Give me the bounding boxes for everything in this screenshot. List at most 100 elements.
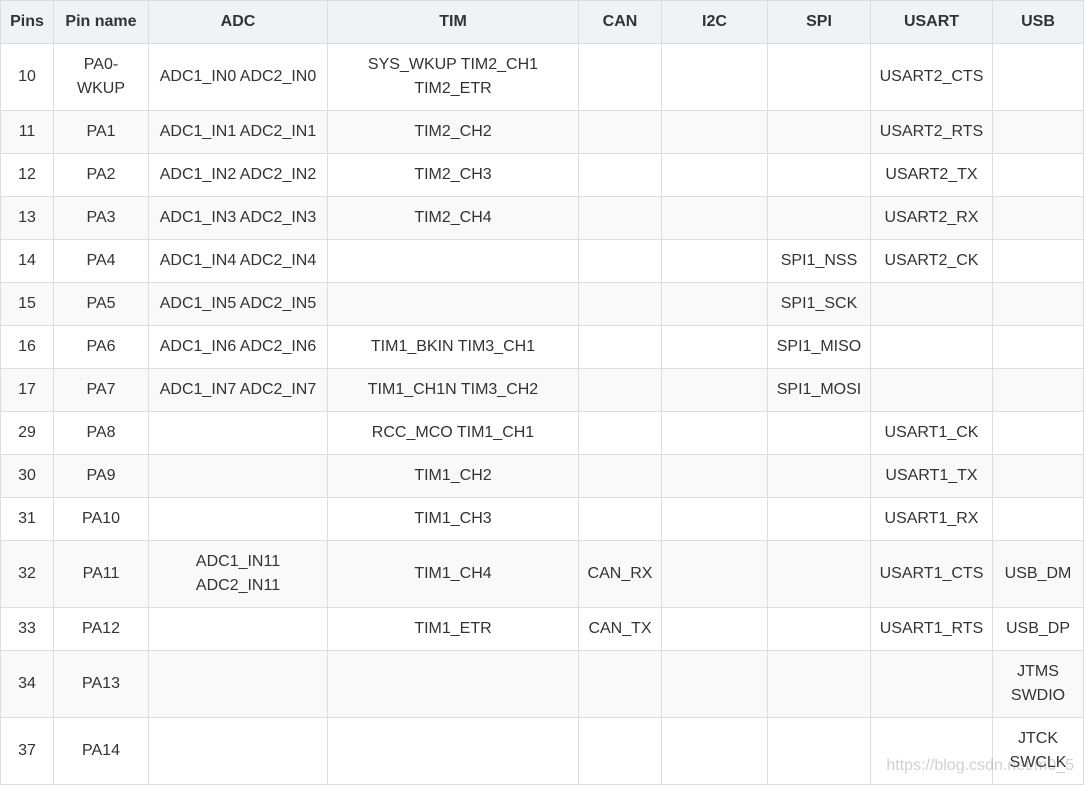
cell-tim: TIM2_CH4 — [327, 196, 579, 240]
cell-i2c — [661, 239, 768, 283]
cell-spi — [767, 717, 871, 785]
cell-pin-name: PA11 — [53, 540, 149, 608]
cell-tim: TIM1_CH4 — [327, 540, 579, 608]
cell-i2c — [661, 43, 768, 111]
cell-i2c — [661, 325, 768, 369]
cell-usb: JTCK SWCLK — [992, 717, 1084, 785]
cell-pin-name: PA9 — [53, 454, 149, 498]
cell-usb — [992, 239, 1084, 283]
cell-i2c — [661, 717, 768, 785]
cell-i2c — [661, 196, 768, 240]
cell-spi: SPI1_NSS — [767, 239, 871, 283]
cell-pins: 31 — [0, 497, 54, 541]
header-usb: USB — [992, 0, 1084, 44]
cell-can: CAN_RX — [578, 540, 662, 608]
cell-can — [578, 454, 662, 498]
cell-pins: 12 — [0, 153, 54, 197]
cell-tim: TIM1_CH1N TIM3_CH2 — [327, 368, 579, 412]
cell-can — [578, 325, 662, 369]
cell-pin-name: PA5 — [53, 282, 149, 326]
cell-i2c — [661, 540, 768, 608]
cell-tim — [327, 239, 579, 283]
header-can: CAN — [578, 0, 662, 44]
cell-can: CAN_TX — [578, 607, 662, 651]
table-row: 37 PA14 JTCK SWCLK — [0, 717, 1084, 785]
table-row: 34 PA13 JTMS SWDIO — [0, 650, 1084, 718]
cell-pin-name: PA6 — [53, 325, 149, 369]
table-row: 10 PA0-WKUP ADC1_IN0 ADC2_IN0 SYS_WKUP TIM2… — [0, 43, 1084, 111]
cell-tim: TIM1_BKIN TIM3_CH1 — [327, 325, 579, 369]
cell-spi — [767, 411, 871, 455]
table-row: 14 PA4 ADC1_IN4 ADC2_IN4 SPI1_NSS USART2_CK — [0, 239, 1084, 283]
cell-spi — [767, 153, 871, 197]
cell-can — [578, 196, 662, 240]
cell-usb — [992, 110, 1084, 154]
cell-i2c — [661, 454, 768, 498]
cell-pin-name: PA10 — [53, 497, 149, 541]
cell-i2c — [661, 497, 768, 541]
cell-can — [578, 110, 662, 154]
cell-i2c — [661, 153, 768, 197]
cell-spi — [767, 43, 871, 111]
cell-usart — [870, 717, 993, 785]
cell-spi — [767, 540, 871, 608]
cell-adc: ADC1_IN4 ADC2_IN4 — [148, 239, 328, 283]
table-row: 29 PA8 RCC_MCO TIM1_CH1 USART1_CK — [0, 411, 1084, 455]
cell-usart: USART1_CTS — [870, 540, 993, 608]
cell-pin-name: PA1 — [53, 110, 149, 154]
cell-can — [578, 43, 662, 111]
cell-i2c — [661, 110, 768, 154]
table-row: 31 PA10 TIM1_CH3 USART1_RX — [0, 497, 1084, 541]
cell-adc: ADC1_IN6 ADC2_IN6 — [148, 325, 328, 369]
cell-pins: 11 — [0, 110, 54, 154]
cell-adc: ADC1_IN11 ADC2_IN11 — [148, 540, 328, 608]
cell-spi: SPI1_SCK — [767, 282, 871, 326]
cell-tim: TIM1_CH2 — [327, 454, 579, 498]
cell-pins: 10 — [0, 43, 54, 111]
cell-i2c — [661, 650, 768, 718]
cell-adc: ADC1_IN2 ADC2_IN2 — [148, 153, 328, 197]
cell-tim — [327, 282, 579, 326]
table-row: 12 PA2 ADC1_IN2 ADC2_IN2 TIM2_CH3 USART2_TX — [0, 153, 1084, 197]
header-usart: USART — [870, 0, 993, 44]
cell-tim: TIM2_CH2 — [327, 110, 579, 154]
cell-can — [578, 717, 662, 785]
cell-tim — [327, 717, 579, 785]
cell-tim: SYS_WKUP TIM2_CH1 TIM2_ETR — [327, 43, 579, 111]
cell-usart: USART1_TX — [870, 454, 993, 498]
cell-tim: RCC_MCO TIM1_CH1 — [327, 411, 579, 455]
cell-usb — [992, 153, 1084, 197]
cell-usb: JTMS SWDIO — [992, 650, 1084, 718]
cell-pin-name: PA13 — [53, 650, 149, 718]
cell-adc: ADC1_IN5 ADC2_IN5 — [148, 282, 328, 326]
cell-adc — [148, 717, 328, 785]
cell-adc — [148, 650, 328, 718]
table-row: 11 PA1 ADC1_IN1 ADC2_IN1 TIM2_CH2 USART2_RTS — [0, 110, 1084, 154]
table-row: 15 PA5 ADC1_IN5 ADC2_IN5 SPI1_SCK — [0, 282, 1084, 326]
cell-usb — [992, 282, 1084, 326]
cell-pin-name: PA14 — [53, 717, 149, 785]
cell-usart: USART2_CK — [870, 239, 993, 283]
table-row: 17 PA7 ADC1_IN7 ADC2_IN7 TIM1_CH1N TIM3_CH2… — [0, 368, 1084, 412]
table-row: 16 PA6 ADC1_IN6 ADC2_IN6 TIM1_BKIN TIM3_CH1… — [0, 325, 1084, 369]
cell-pins: 29 — [0, 411, 54, 455]
cell-usb — [992, 196, 1084, 240]
cell-i2c — [661, 368, 768, 412]
cell-adc: ADC1_IN0 ADC2_IN0 — [148, 43, 328, 111]
cell-usart: USART1_RX — [870, 497, 993, 541]
cell-i2c — [661, 411, 768, 455]
cell-pins: 33 — [0, 607, 54, 651]
cell-usb — [992, 43, 1084, 111]
cell-adc: ADC1_IN1 ADC2_IN1 — [148, 110, 328, 154]
cell-adc — [148, 497, 328, 541]
cell-spi — [767, 497, 871, 541]
cell-usart — [870, 650, 993, 718]
cell-pins: 34 — [0, 650, 54, 718]
cell-tim: TIM1_ETR — [327, 607, 579, 651]
header-tim: TIM — [327, 0, 579, 44]
cell-usart: USART2_RX — [870, 196, 993, 240]
header-adc: ADC — [148, 0, 328, 44]
cell-pins: 15 — [0, 282, 54, 326]
cell-spi: SPI1_MOSI — [767, 368, 871, 412]
cell-spi — [767, 196, 871, 240]
